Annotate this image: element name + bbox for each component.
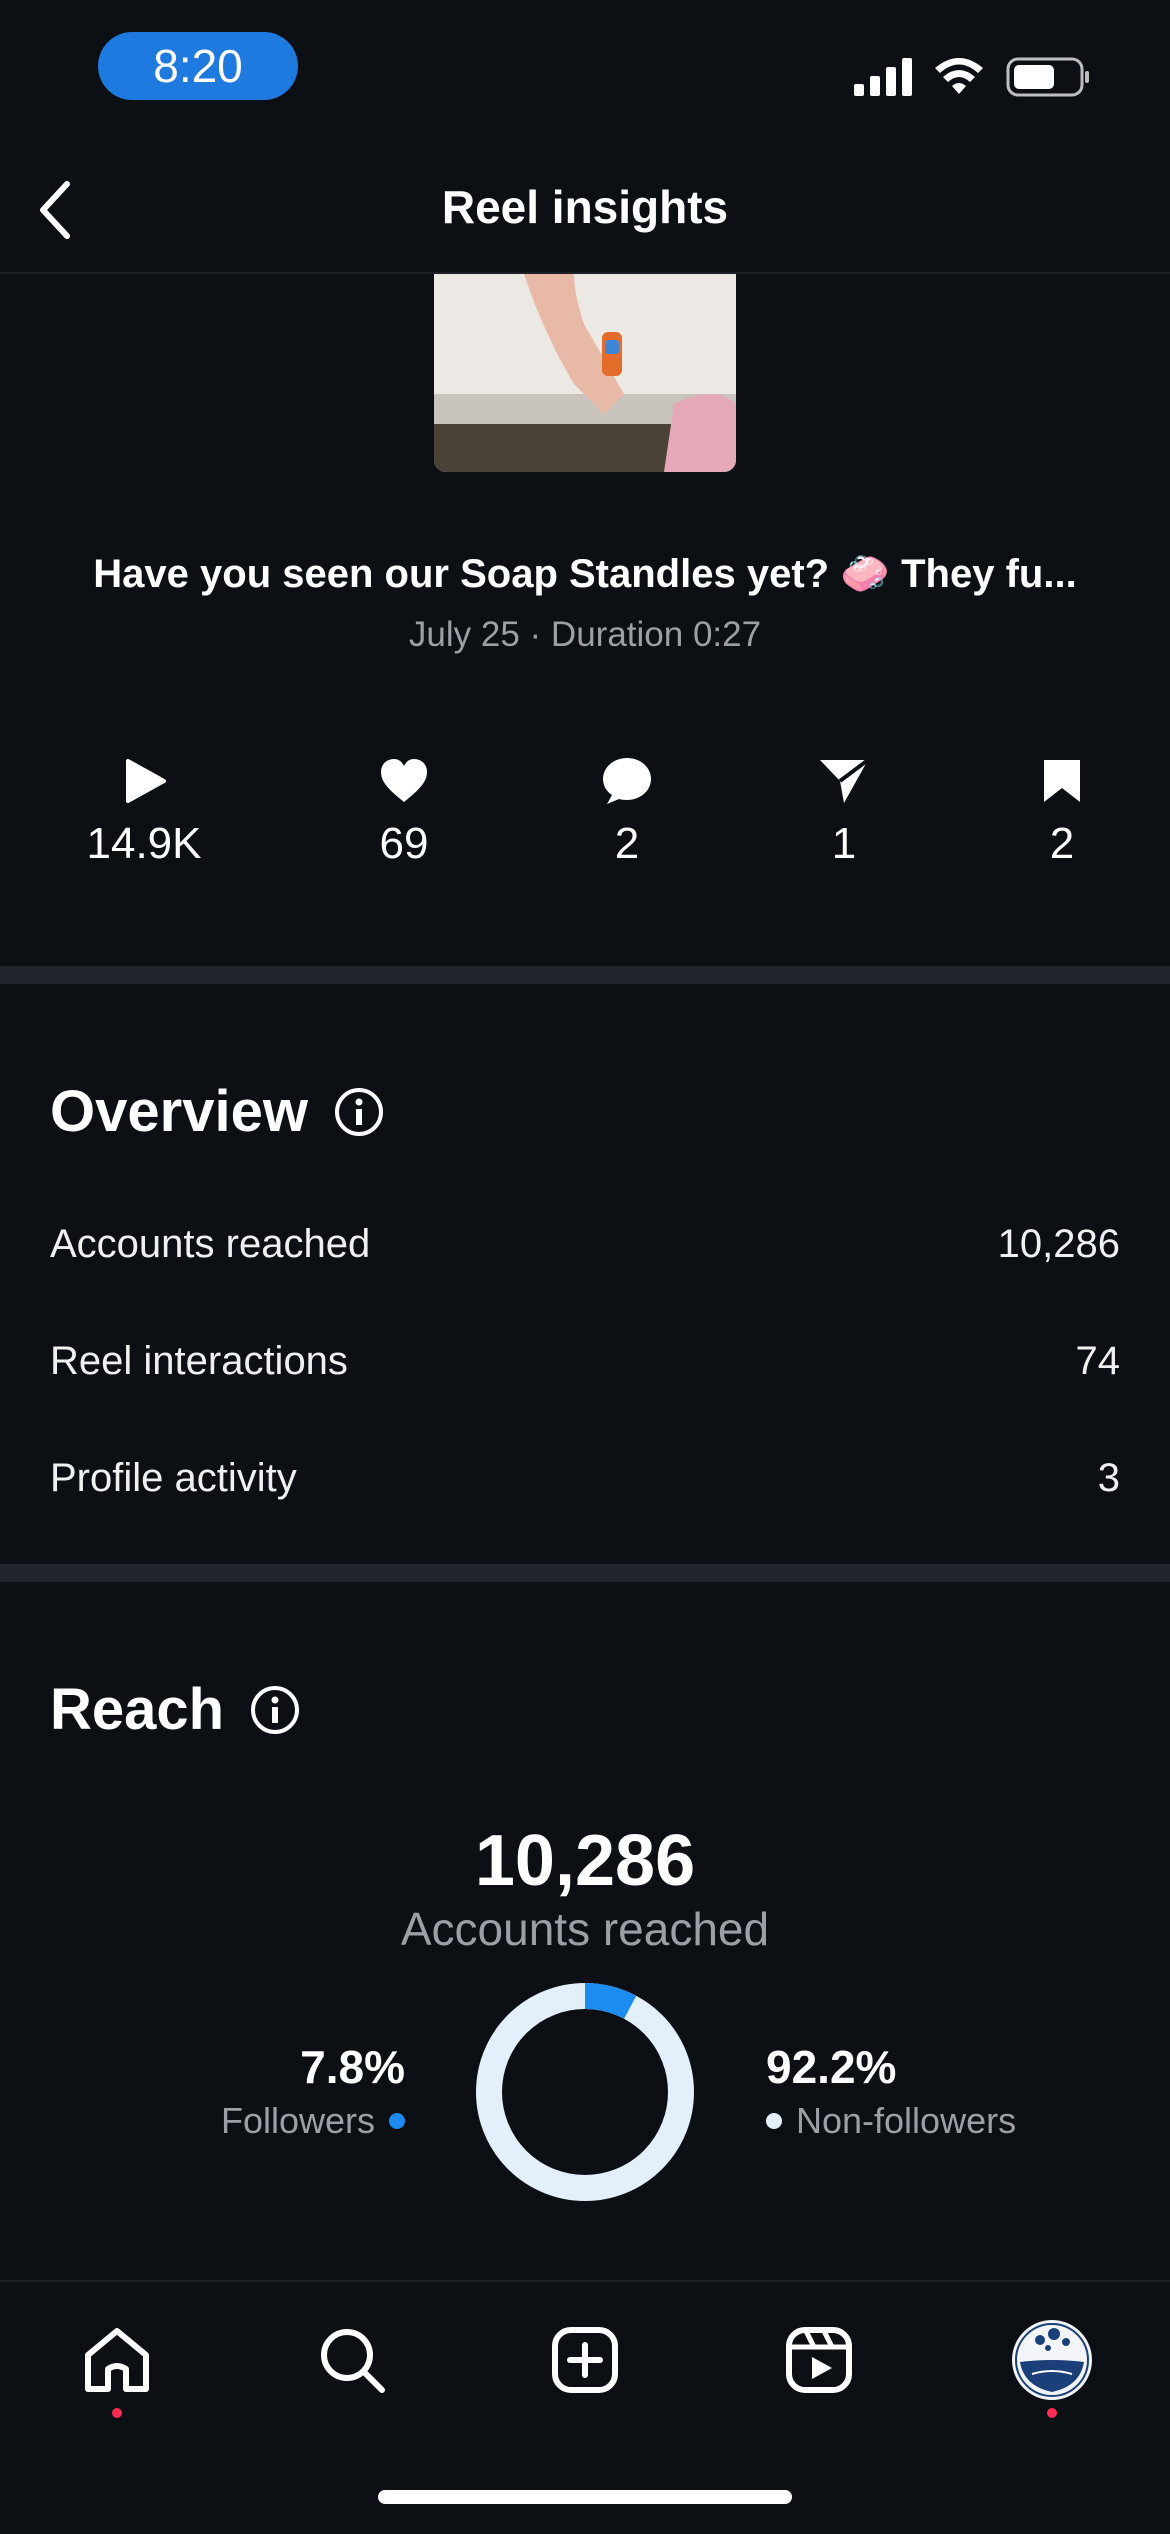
overview-row-reel-interactions[interactable]: Reel interactions 74 bbox=[50, 1339, 1120, 1384]
info-icon[interactable] bbox=[250, 1685, 300, 1735]
home-icon bbox=[85, 2328, 149, 2392]
battery-icon bbox=[1006, 57, 1089, 97]
tab-reels[interactable] bbox=[759, 2310, 879, 2410]
non-followers-stat: 92.2% Non-followers bbox=[766, 2040, 1066, 2142]
bookmark-icon bbox=[1044, 760, 1080, 802]
overview-row-accounts-reached[interactable]: Accounts reached 10,286 bbox=[50, 1222, 1120, 1267]
non-followers-label: Non-followers bbox=[796, 2100, 1017, 2141]
stat-value: 14.9K bbox=[86, 819, 202, 868]
reel-caption: Have you seen our Soap Standles yet? 🧼 T… bbox=[93, 552, 1077, 596]
home-indicator bbox=[378, 2490, 792, 2504]
status-time: 8:20 bbox=[98, 32, 298, 100]
non-followers-legend: Non-followers bbox=[766, 2100, 1066, 2142]
comment-icon bbox=[603, 758, 651, 804]
stat-value: 2 bbox=[1049, 819, 1075, 868]
followers-percent: 7.8% bbox=[300, 2041, 405, 2093]
page-title: Reel insights bbox=[441, 181, 729, 233]
section-separator bbox=[0, 966, 1170, 984]
overview-title: Overview bbox=[50, 1079, 308, 1144]
followers-legend: Followers bbox=[150, 2100, 405, 2142]
stat-value: 69 bbox=[379, 819, 429, 868]
play-icon bbox=[126, 759, 166, 803]
followers-dot bbox=[389, 2113, 405, 2129]
non-followers-dot bbox=[766, 2113, 782, 2129]
tab-create[interactable] bbox=[525, 2310, 645, 2410]
stat-likes: 69 bbox=[304, 755, 504, 869]
info-icon[interactable] bbox=[334, 1087, 384, 1137]
reel-meta: July 25 · Duration 0:27 bbox=[408, 615, 762, 654]
reel-thumbnail[interactable] bbox=[434, 274, 736, 472]
home-notification-dot bbox=[112, 2408, 122, 2418]
stat-saves: 2 bbox=[962, 755, 1162, 869]
non-followers-percent: 92.2% bbox=[766, 2041, 897, 2093]
non-followers-arc bbox=[476, 1983, 694, 2201]
followers-label: Followers bbox=[220, 2100, 375, 2141]
reels-icon bbox=[786, 2327, 852, 2393]
reach-total: 10,286 bbox=[474, 1821, 696, 1901]
row-label: Profile activity bbox=[50, 1456, 297, 1500]
heart-icon bbox=[381, 759, 427, 802]
reach-title: Reach bbox=[50, 1677, 225, 1742]
tab-home[interactable] bbox=[57, 2310, 177, 2418]
overview-row-profile-activity[interactable]: Profile activity 3 bbox=[50, 1456, 1120, 1501]
reach-total-label: Accounts reached bbox=[400, 1903, 770, 1955]
overview-section-title: Overview bbox=[50, 1078, 384, 1145]
row-label: Reel interactions bbox=[50, 1339, 348, 1383]
wifi-icon bbox=[935, 58, 983, 94]
create-icon bbox=[552, 2327, 618, 2393]
search-icon bbox=[321, 2329, 385, 2393]
stat-value: 2 bbox=[614, 819, 640, 868]
profile-notification-dot bbox=[1047, 2408, 1057, 2418]
status-icons bbox=[854, 52, 1090, 102]
reach-section-title: Reach bbox=[50, 1676, 300, 1743]
reach-donut-chart bbox=[475, 1982, 695, 2202]
profile-avatar bbox=[1012, 2320, 1092, 2400]
stat-shares: 1 bbox=[744, 755, 944, 869]
section-separator bbox=[0, 1564, 1170, 1582]
stat-comments: 2 bbox=[527, 755, 727, 869]
tab-profile[interactable] bbox=[992, 2310, 1112, 2418]
cellular-signal-icon bbox=[854, 58, 912, 96]
send-icon bbox=[820, 758, 870, 803]
stat-plays: 14.9K bbox=[44, 755, 244, 869]
row-value: 74 bbox=[1075, 1339, 1121, 1383]
stat-value: 1 bbox=[831, 819, 857, 868]
followers-stat: 7.8% Followers bbox=[150, 2040, 405, 2142]
row-value: 10,286 bbox=[997, 1222, 1120, 1266]
row-value: 3 bbox=[1097, 1456, 1120, 1500]
row-label: Accounts reached bbox=[50, 1222, 371, 1266]
tab-search[interactable] bbox=[292, 2310, 412, 2410]
